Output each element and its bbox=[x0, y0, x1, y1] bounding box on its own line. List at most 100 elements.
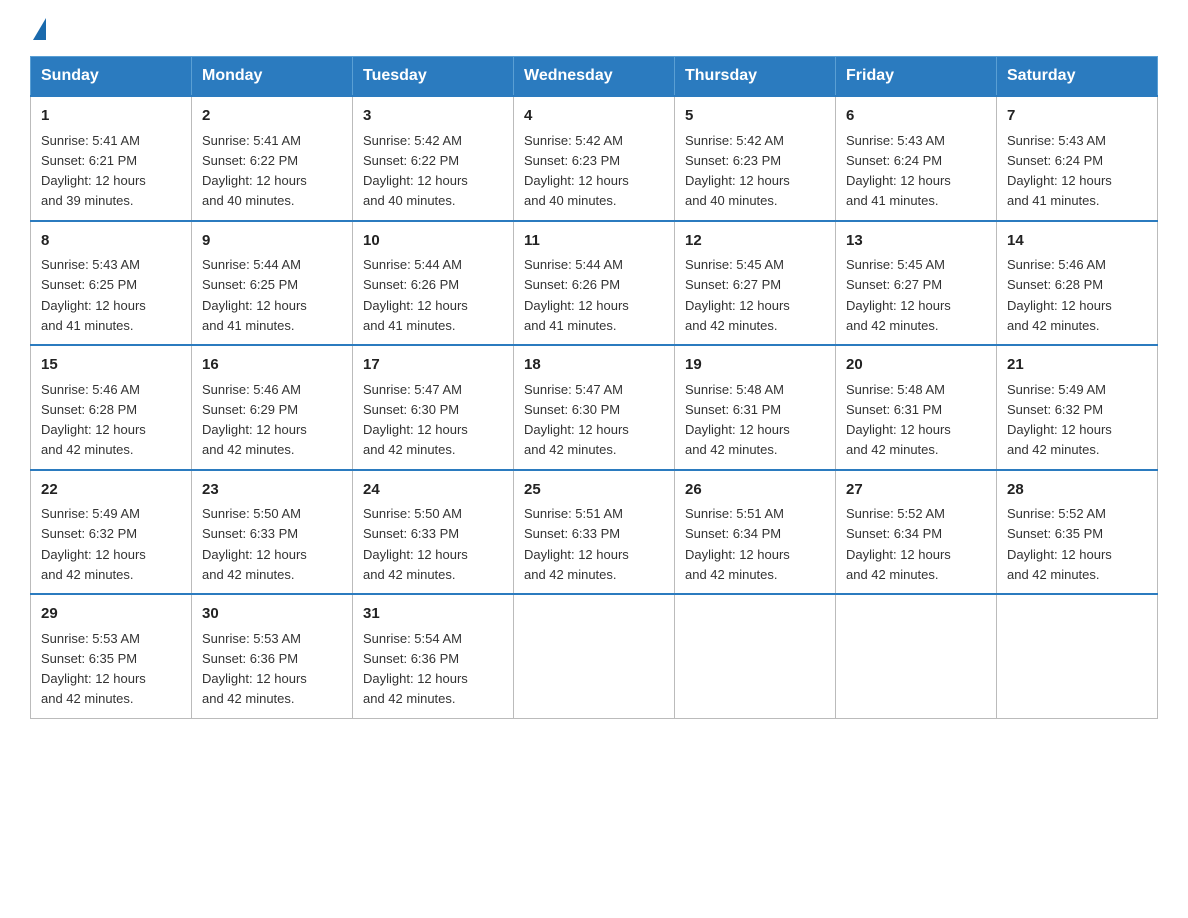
calendar-cell: 25 Sunrise: 5:51 AMSunset: 6:33 PMDaylig… bbox=[514, 470, 675, 595]
day-info: Sunrise: 5:49 AMSunset: 6:32 PMDaylight:… bbox=[1007, 382, 1112, 458]
header-tuesday: Tuesday bbox=[353, 57, 514, 97]
calendar-cell: 16 Sunrise: 5:46 AMSunset: 6:29 PMDaylig… bbox=[192, 345, 353, 470]
day-number: 29 bbox=[41, 603, 181, 626]
week-row-1: 1 Sunrise: 5:41 AMSunset: 6:21 PMDayligh… bbox=[31, 96, 1158, 221]
calendar-cell: 26 Sunrise: 5:51 AMSunset: 6:34 PMDaylig… bbox=[675, 470, 836, 595]
day-info: Sunrise: 5:50 AMSunset: 6:33 PMDaylight:… bbox=[363, 506, 468, 582]
day-info: Sunrise: 5:43 AMSunset: 6:25 PMDaylight:… bbox=[41, 257, 146, 333]
calendar-cell: 24 Sunrise: 5:50 AMSunset: 6:33 PMDaylig… bbox=[353, 470, 514, 595]
calendar-cell: 27 Sunrise: 5:52 AMSunset: 6:34 PMDaylig… bbox=[836, 470, 997, 595]
header-saturday: Saturday bbox=[997, 57, 1158, 97]
day-number: 11 bbox=[524, 230, 664, 253]
day-info: Sunrise: 5:46 AMSunset: 6:29 PMDaylight:… bbox=[202, 382, 307, 458]
calendar-cell: 30 Sunrise: 5:53 AMSunset: 6:36 PMDaylig… bbox=[192, 594, 353, 718]
day-number: 20 bbox=[846, 354, 986, 377]
day-info: Sunrise: 5:44 AMSunset: 6:26 PMDaylight:… bbox=[524, 257, 629, 333]
week-row-2: 8 Sunrise: 5:43 AMSunset: 6:25 PMDayligh… bbox=[31, 221, 1158, 346]
day-number: 13 bbox=[846, 230, 986, 253]
day-info: Sunrise: 5:54 AMSunset: 6:36 PMDaylight:… bbox=[363, 631, 468, 707]
day-info: Sunrise: 5:41 AMSunset: 6:21 PMDaylight:… bbox=[41, 133, 146, 209]
day-number: 25 bbox=[524, 479, 664, 502]
calendar-cell: 29 Sunrise: 5:53 AMSunset: 6:35 PMDaylig… bbox=[31, 594, 192, 718]
day-number: 14 bbox=[1007, 230, 1147, 253]
day-info: Sunrise: 5:45 AMSunset: 6:27 PMDaylight:… bbox=[846, 257, 951, 333]
logo-triangle-icon bbox=[33, 18, 46, 40]
day-info: Sunrise: 5:42 AMSunset: 6:23 PMDaylight:… bbox=[524, 133, 629, 209]
calendar-header-row: SundayMondayTuesdayWednesdayThursdayFrid… bbox=[31, 57, 1158, 97]
day-number: 31 bbox=[363, 603, 503, 626]
day-info: Sunrise: 5:43 AMSunset: 6:24 PMDaylight:… bbox=[846, 133, 951, 209]
calendar-cell: 2 Sunrise: 5:41 AMSunset: 6:22 PMDayligh… bbox=[192, 96, 353, 221]
calendar-cell: 28 Sunrise: 5:52 AMSunset: 6:35 PMDaylig… bbox=[997, 470, 1158, 595]
day-info: Sunrise: 5:47 AMSunset: 6:30 PMDaylight:… bbox=[363, 382, 468, 458]
day-number: 2 bbox=[202, 105, 342, 128]
calendar-cell bbox=[836, 594, 997, 718]
day-info: Sunrise: 5:45 AMSunset: 6:27 PMDaylight:… bbox=[685, 257, 790, 333]
calendar-cell: 21 Sunrise: 5:49 AMSunset: 6:32 PMDaylig… bbox=[997, 345, 1158, 470]
calendar-table: SundayMondayTuesdayWednesdayThursdayFrid… bbox=[30, 56, 1158, 719]
day-number: 24 bbox=[363, 479, 503, 502]
day-number: 26 bbox=[685, 479, 825, 502]
day-info: Sunrise: 5:53 AMSunset: 6:35 PMDaylight:… bbox=[41, 631, 146, 707]
calendar-cell: 19 Sunrise: 5:48 AMSunset: 6:31 PMDaylig… bbox=[675, 345, 836, 470]
calendar-cell: 4 Sunrise: 5:42 AMSunset: 6:23 PMDayligh… bbox=[514, 96, 675, 221]
day-info: Sunrise: 5:48 AMSunset: 6:31 PMDaylight:… bbox=[685, 382, 790, 458]
week-row-5: 29 Sunrise: 5:53 AMSunset: 6:35 PMDaylig… bbox=[31, 594, 1158, 718]
day-info: Sunrise: 5:44 AMSunset: 6:25 PMDaylight:… bbox=[202, 257, 307, 333]
day-number: 1 bbox=[41, 105, 181, 128]
calendar-cell: 20 Sunrise: 5:48 AMSunset: 6:31 PMDaylig… bbox=[836, 345, 997, 470]
day-number: 18 bbox=[524, 354, 664, 377]
calendar-cell: 13 Sunrise: 5:45 AMSunset: 6:27 PMDaylig… bbox=[836, 221, 997, 346]
day-number: 22 bbox=[41, 479, 181, 502]
calendar-cell: 7 Sunrise: 5:43 AMSunset: 6:24 PMDayligh… bbox=[997, 96, 1158, 221]
calendar-cell: 18 Sunrise: 5:47 AMSunset: 6:30 PMDaylig… bbox=[514, 345, 675, 470]
calendar-cell: 6 Sunrise: 5:43 AMSunset: 6:24 PMDayligh… bbox=[836, 96, 997, 221]
day-number: 19 bbox=[685, 354, 825, 377]
header-monday: Monday bbox=[192, 57, 353, 97]
day-info: Sunrise: 5:51 AMSunset: 6:34 PMDaylight:… bbox=[685, 506, 790, 582]
page-header bbox=[30, 20, 1158, 36]
calendar-cell: 9 Sunrise: 5:44 AMSunset: 6:25 PMDayligh… bbox=[192, 221, 353, 346]
day-info: Sunrise: 5:48 AMSunset: 6:31 PMDaylight:… bbox=[846, 382, 951, 458]
calendar-cell: 12 Sunrise: 5:45 AMSunset: 6:27 PMDaylig… bbox=[675, 221, 836, 346]
calendar-cell: 5 Sunrise: 5:42 AMSunset: 6:23 PMDayligh… bbox=[675, 96, 836, 221]
day-info: Sunrise: 5:42 AMSunset: 6:22 PMDaylight:… bbox=[363, 133, 468, 209]
day-number: 3 bbox=[363, 105, 503, 128]
day-info: Sunrise: 5:50 AMSunset: 6:33 PMDaylight:… bbox=[202, 506, 307, 582]
day-info: Sunrise: 5:49 AMSunset: 6:32 PMDaylight:… bbox=[41, 506, 146, 582]
calendar-cell bbox=[997, 594, 1158, 718]
calendar-cell: 10 Sunrise: 5:44 AMSunset: 6:26 PMDaylig… bbox=[353, 221, 514, 346]
calendar-cell: 31 Sunrise: 5:54 AMSunset: 6:36 PMDaylig… bbox=[353, 594, 514, 718]
day-number: 6 bbox=[846, 105, 986, 128]
day-info: Sunrise: 5:41 AMSunset: 6:22 PMDaylight:… bbox=[202, 133, 307, 209]
header-sunday: Sunday bbox=[31, 57, 192, 97]
calendar-cell: 23 Sunrise: 5:50 AMSunset: 6:33 PMDaylig… bbox=[192, 470, 353, 595]
calendar-cell: 1 Sunrise: 5:41 AMSunset: 6:21 PMDayligh… bbox=[31, 96, 192, 221]
day-number: 10 bbox=[363, 230, 503, 253]
day-number: 9 bbox=[202, 230, 342, 253]
day-number: 15 bbox=[41, 354, 181, 377]
day-info: Sunrise: 5:53 AMSunset: 6:36 PMDaylight:… bbox=[202, 631, 307, 707]
day-number: 21 bbox=[1007, 354, 1147, 377]
week-row-4: 22 Sunrise: 5:49 AMSunset: 6:32 PMDaylig… bbox=[31, 470, 1158, 595]
calendar-cell: 3 Sunrise: 5:42 AMSunset: 6:22 PMDayligh… bbox=[353, 96, 514, 221]
day-info: Sunrise: 5:52 AMSunset: 6:35 PMDaylight:… bbox=[1007, 506, 1112, 582]
day-info: Sunrise: 5:43 AMSunset: 6:24 PMDaylight:… bbox=[1007, 133, 1112, 209]
calendar-cell bbox=[514, 594, 675, 718]
calendar-cell: 14 Sunrise: 5:46 AMSunset: 6:28 PMDaylig… bbox=[997, 221, 1158, 346]
logo bbox=[30, 20, 46, 36]
day-number: 27 bbox=[846, 479, 986, 502]
calendar-cell: 17 Sunrise: 5:47 AMSunset: 6:30 PMDaylig… bbox=[353, 345, 514, 470]
day-number: 16 bbox=[202, 354, 342, 377]
calendar-cell bbox=[675, 594, 836, 718]
day-number: 8 bbox=[41, 230, 181, 253]
week-row-3: 15 Sunrise: 5:46 AMSunset: 6:28 PMDaylig… bbox=[31, 345, 1158, 470]
day-info: Sunrise: 5:44 AMSunset: 6:26 PMDaylight:… bbox=[363, 257, 468, 333]
header-friday: Friday bbox=[836, 57, 997, 97]
calendar-cell: 22 Sunrise: 5:49 AMSunset: 6:32 PMDaylig… bbox=[31, 470, 192, 595]
day-info: Sunrise: 5:42 AMSunset: 6:23 PMDaylight:… bbox=[685, 133, 790, 209]
header-thursday: Thursday bbox=[675, 57, 836, 97]
day-number: 28 bbox=[1007, 479, 1147, 502]
day-info: Sunrise: 5:47 AMSunset: 6:30 PMDaylight:… bbox=[524, 382, 629, 458]
day-number: 30 bbox=[202, 603, 342, 626]
